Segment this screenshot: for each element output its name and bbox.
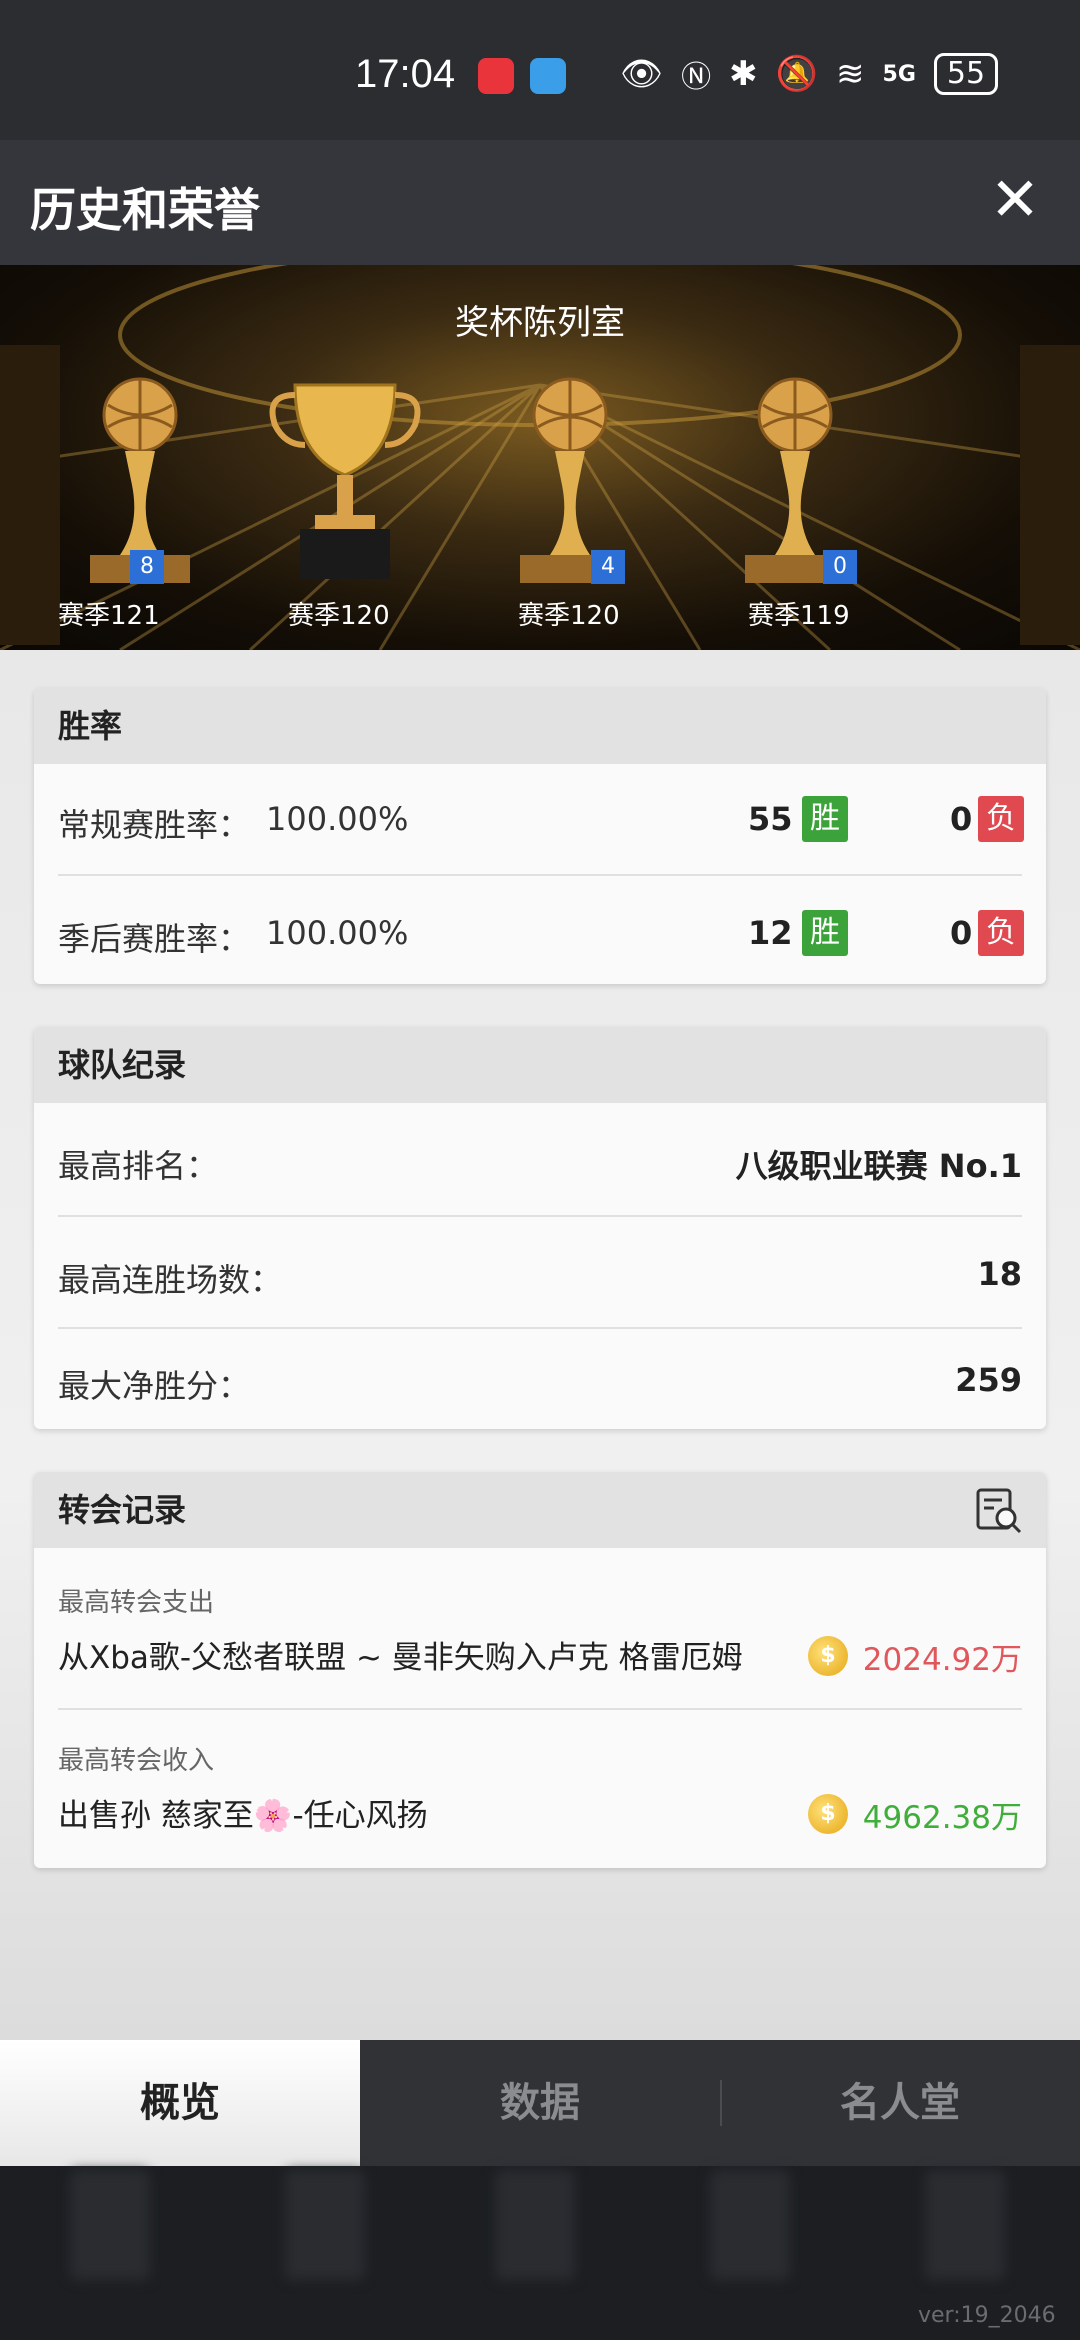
- blurred-nav-item: [925, 2170, 1005, 2280]
- page-title: 历史和荣誉: [30, 183, 260, 237]
- row-value: 18: [977, 1255, 1022, 1293]
- trophy-season-label: 赛季121: [58, 601, 160, 631]
- signal-icon: 5G: [882, 61, 916, 87]
- version-label: ver:19_2046: [918, 2303, 1056, 2328]
- transfer-detail: 从Xba歌-父愁者联盟 ~ 曼非矢购入卢克 格雷厄姆: [58, 1640, 743, 1676]
- tab-data[interactable]: 数据: [360, 2040, 720, 2166]
- loss-tag: 负: [978, 796, 1024, 842]
- transfer-amount: 2024.92万: [862, 1642, 1022, 1678]
- trophy-season-label: 赛季120: [288, 601, 390, 631]
- transfer-income-row[interactable]: 最高转会收入 出售孙 慈家至🌸-任心风扬 $ 4962.38万: [34, 1710, 1046, 1868]
- win-rate-card: 胜率 常规赛胜率： 100.00% 55 胜 0 负 季后赛胜率： 100.00…: [34, 688, 1046, 984]
- loss-tag: 负: [978, 910, 1024, 956]
- row-value: 100.00%: [266, 800, 409, 838]
- trophy-room-title: 奖杯陈列室: [455, 303, 625, 343]
- row-label: 最高连胜场数：: [58, 1261, 283, 1299]
- status-time: 17:04: [355, 52, 456, 96]
- row-value: 259: [955, 1361, 1022, 1399]
- wifi-icon: ≋: [836, 54, 865, 94]
- basketball-trophy-icon[interactable]: [480, 365, 660, 605]
- bluetooth-icon: ✱: [729, 54, 758, 94]
- win-tag: 胜: [802, 910, 848, 956]
- blurred-nav-item: [710, 2170, 790, 2280]
- coin-icon: $: [808, 1636, 848, 1676]
- coin-icon: $: [808, 1794, 848, 1834]
- cup-trophy-icon[interactable]: [255, 365, 435, 605]
- point-diff-row: 最大净胜分： 259: [34, 1329, 1046, 1429]
- search-record-icon[interactable]: [974, 1486, 1024, 1536]
- row-value: 100.00%: [266, 914, 409, 952]
- transfer-record-card: 转会记录 最高转会支出 从Xba歌-父愁者联盟 ~ 曼非矢购入卢克 格雷厄姆 $…: [34, 1472, 1046, 1868]
- transfer-detail: 出售孙 慈家至🌸-任心风扬: [58, 1798, 428, 1834]
- team-record-card: 球队纪录 最高排名： 八级职业联赛 No.1 最高连胜场数： 18 最大净胜分：…: [34, 1027, 1046, 1429]
- overview-content: 胜率 常规赛胜率： 100.00% 55 胜 0 负 季后赛胜率： 100.00…: [0, 650, 1080, 2042]
- losses-count: 0: [950, 800, 973, 838]
- blurred-nav-item: [70, 2170, 150, 2280]
- blurred-nav-item: [495, 2170, 575, 2280]
- status-icons: 👁 Ⓝ ✱ 🔕 ≋ 5G 55: [620, 52, 999, 96]
- highest-rank-row: 最高排名： 八级职业联赛 No.1: [34, 1103, 1046, 1215]
- transfer-expense-row[interactable]: 最高转会支出 从Xba歌-父愁者联盟 ~ 曼非矢购入卢克 格雷厄姆 $ 2024…: [34, 1548, 1046, 1708]
- trophy-season-label: 赛季120: [518, 601, 620, 631]
- tab-hall-of-fame[interactable]: 名人堂: [720, 2040, 1080, 2166]
- wins-count: 12: [748, 914, 793, 952]
- card-title: 球队纪录: [34, 1027, 1046, 1103]
- trophy-count-badge: 8: [130, 550, 164, 584]
- regular-season-row: 常规赛胜率： 100.00% 55 胜 0 负: [34, 764, 1046, 874]
- row-label: 最高转会支出: [58, 1588, 215, 1618]
- card-title: 转会记录: [34, 1472, 1046, 1548]
- win-tag: 胜: [802, 796, 848, 842]
- trophy-season-label: 赛季119: [748, 601, 850, 631]
- row-label: 季后赛胜率：: [58, 920, 251, 958]
- win-streak-row: 最高连胜场数： 18: [34, 1217, 1046, 1327]
- transfer-amount: 4962.38万: [862, 1800, 1022, 1836]
- row-value: 八级职业联赛 No.1: [735, 1147, 1022, 1185]
- bottom-tab-bar: 概览 数据 名人堂: [0, 2040, 1080, 2166]
- trophy-room-banner: 奖杯陈列室 8 赛季121 赛季120 4 赛季120 0 赛季119: [0, 265, 1080, 650]
- row-label: 最高转会收入: [58, 1746, 215, 1776]
- row-label: 最高排名：: [58, 1147, 219, 1185]
- wins-count: 55: [748, 800, 793, 838]
- losses-count: 0: [950, 914, 973, 952]
- row-label: 最大净胜分：: [58, 1367, 251, 1405]
- card-title: 胜率: [34, 688, 1046, 764]
- eye-icon: 👁: [620, 54, 664, 94]
- trophy-count-badge: 0: [823, 550, 857, 584]
- notification-app-icon: [530, 58, 566, 94]
- status-bar: 17:04 👁 Ⓝ ✱ 🔕 ≋ 5G 55: [0, 0, 1080, 140]
- trophy-count-badge: 4: [591, 550, 625, 584]
- close-button[interactable]: ✕: [985, 170, 1045, 230]
- playoff-row: 季后赛胜率： 100.00% 12 胜 0 负: [34, 876, 1046, 984]
- row-label: 常规赛胜率：: [58, 806, 251, 844]
- battery-indicator: 55: [933, 53, 999, 95]
- nfc-icon: Ⓝ: [681, 60, 712, 95]
- page-header: 历史和荣誉 ✕: [0, 140, 1080, 265]
- tab-overview[interactable]: 概览: [0, 2040, 360, 2166]
- notification-app-icon: [478, 58, 514, 94]
- mute-icon: 🔕: [775, 54, 819, 94]
- blurred-nav-item: [285, 2170, 365, 2280]
- basketball-trophy-icon[interactable]: [705, 365, 885, 605]
